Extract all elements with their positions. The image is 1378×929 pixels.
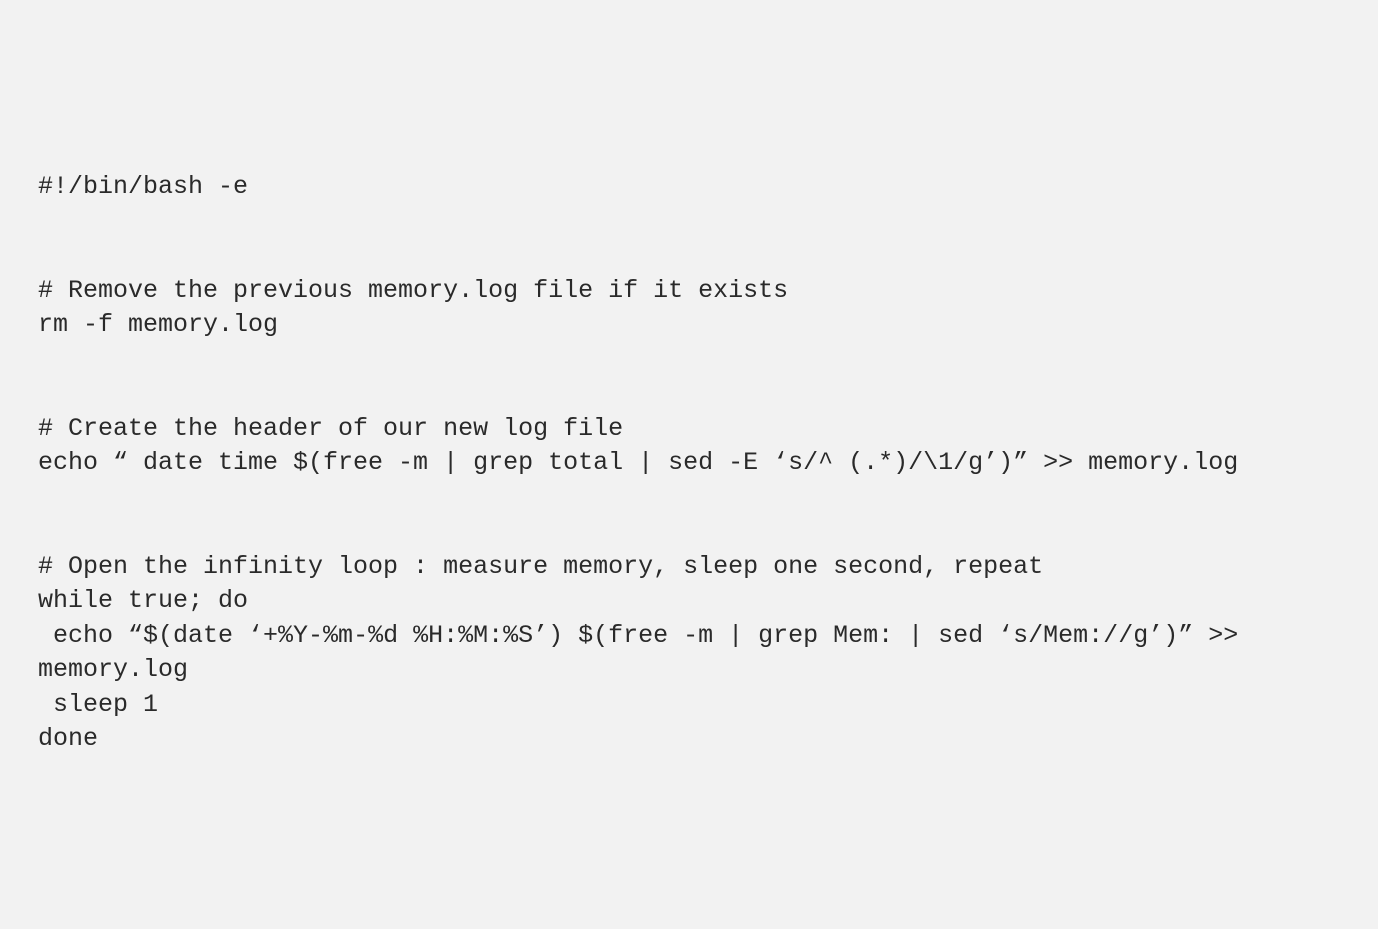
code-block: #!/bin/bash -e # Remove the previous mem… — [38, 170, 1340, 757]
